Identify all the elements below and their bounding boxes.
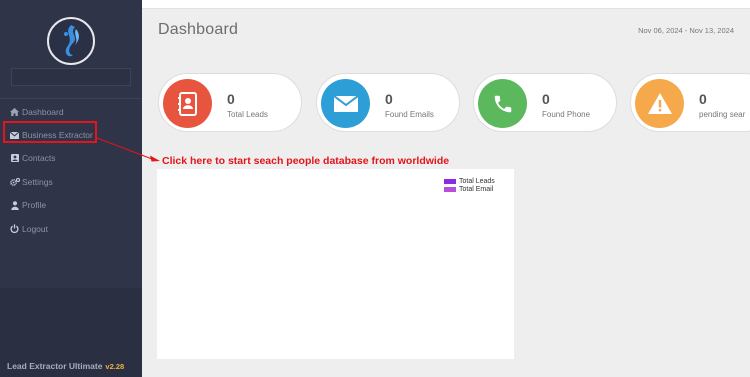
- home-icon: [9, 107, 20, 116]
- sidebar-item-settings[interactable]: Settings: [0, 170, 142, 193]
- sidebar-divider: [0, 98, 142, 99]
- legend-swatch: [444, 186, 456, 192]
- app-logo: [47, 17, 95, 65]
- stat-label: Found Emails: [385, 110, 434, 119]
- sidebar-item-logout[interactable]: Logout: [0, 217, 142, 240]
- stat-label: Found Phone: [542, 110, 591, 119]
- sidebar-item-label: Logout: [22, 223, 48, 234]
- product-name-text: Lead Extractor Ultimate: [7, 361, 103, 371]
- app-window: Dashboard Business Extractor Contacts Se…: [0, 0, 750, 377]
- stat-card-found-emails[interactable]: 0 Found Emails: [316, 73, 460, 132]
- stat-label: pending sear: [699, 110, 746, 119]
- stat-value: 0: [699, 91, 707, 107]
- contact-book-icon: [163, 79, 212, 128]
- main-content: Dashboard Nov 06, 2024 - Nov 13, 2024 0 …: [142, 0, 750, 377]
- stat-value: 0: [227, 91, 235, 107]
- legend-label: Total Leads: [459, 177, 495, 185]
- stat-card-found-phone[interactable]: 0 Found Phone: [473, 73, 617, 132]
- legend-item-total-email[interactable]: Total Email: [444, 185, 495, 193]
- annotation-text: Click here to start seach people databas…: [162, 155, 450, 167]
- sidebar-item-dashboard[interactable]: Dashboard: [0, 100, 142, 123]
- power-icon: [9, 224, 20, 234]
- page-title: Dashboard: [158, 21, 239, 38]
- user-icon: [9, 200, 20, 210]
- stat-card-pending-searches[interactable]: 0 pending sear: [630, 73, 750, 132]
- annotation-highlight-box: [3, 121, 97, 143]
- legend-label: Total Email: [459, 185, 494, 193]
- product-name: Lead Extractor Ultimate v2.28: [7, 361, 124, 371]
- envelope-icon: [321, 79, 370, 128]
- sidebar-item-contacts[interactable]: Contacts: [0, 147, 142, 170]
- warning-icon: [635, 79, 684, 128]
- sidebar-item-label: Profile: [22, 200, 47, 211]
- stat-card-total-leads[interactable]: 0 Total Leads: [158, 73, 302, 132]
- date-range-picker[interactable]: Nov 06, 2024 - Nov 13, 2024: [638, 26, 750, 35]
- stat-label: Total Leads: [227, 110, 268, 119]
- stat-value: 0: [385, 91, 393, 107]
- sidebar: Dashboard Business Extractor Contacts Se…: [0, 0, 142, 377]
- sidebar-item-label: Dashboard: [22, 106, 64, 117]
- legend-swatch: [444, 178, 456, 184]
- stat-value: 0: [542, 91, 550, 107]
- leads-chart: Total Leads Total Email: [157, 169, 514, 359]
- legend-item-total-leads[interactable]: Total Leads: [444, 177, 495, 185]
- chart-legend: Total Leads Total Email: [444, 177, 495, 193]
- sidebar-item-label: Settings: [22, 176, 53, 187]
- sidebar-search-box[interactable]: [11, 68, 131, 86]
- sidebar-item-profile[interactable]: Profile: [0, 194, 142, 217]
- phone-icon: [478, 79, 527, 128]
- sidebar-item-label: Contacts: [22, 153, 56, 164]
- version-label: v2.28: [105, 362, 125, 371]
- contact-card-icon: [9, 154, 20, 163]
- top-bar: [142, 0, 750, 9]
- gears-icon: [9, 177, 20, 186]
- date-range-text: Nov 06, 2024 - Nov 13, 2024: [638, 26, 734, 35]
